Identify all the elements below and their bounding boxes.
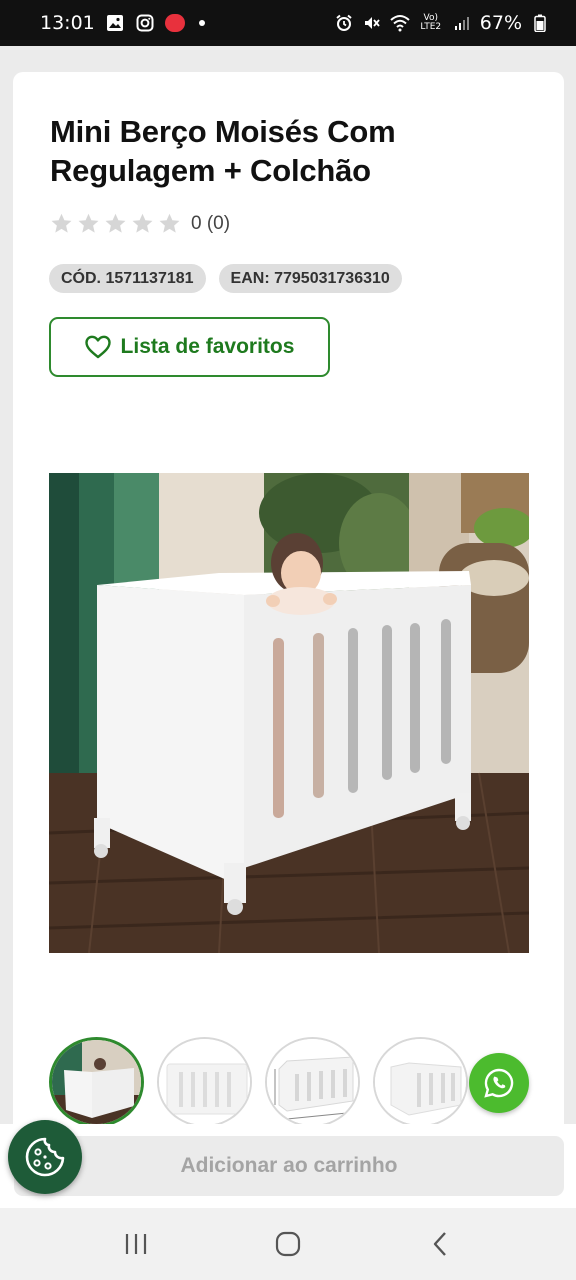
product-code-tag: CÓD. 1571137181: [49, 264, 206, 293]
alarm-icon: [334, 13, 354, 33]
thumbnail-4[interactable]: [373, 1037, 468, 1127]
product-main-image[interactable]: [49, 473, 529, 953]
battery-level: 67%: [479, 12, 522, 34]
recent-apps-icon: [125, 1234, 147, 1254]
add-to-cart-button[interactable]: Adicionar ao carrinho: [14, 1136, 564, 1196]
rating[interactable]: 0 (0): [50, 212, 230, 235]
signal-icon: [452, 13, 472, 33]
thumbnail-3[interactable]: [265, 1037, 360, 1127]
thumbnail-strip: [49, 1037, 468, 1127]
cookie-icon: [25, 1137, 65, 1177]
star-icon: [105, 213, 126, 233]
ean-tag: EAN: 7795031736310: [218, 264, 402, 293]
back-icon: [433, 1232, 446, 1256]
whatsapp-icon: [484, 1068, 514, 1098]
app-notification-icon: [164, 14, 185, 32]
add-to-cart-label: Adicionar ao carrinho: [180, 1154, 398, 1177]
status-bar-left: 13:01: [40, 12, 205, 34]
star-icon: [132, 213, 153, 233]
status-bar: 13:01 Vo) LTE2 67%: [0, 0, 576, 46]
more-notifications-icon: [198, 20, 205, 26]
thumbnail-2[interactable]: [157, 1037, 252, 1127]
product-tags: CÓD. 1571137181 EAN: 7795031736310: [49, 264, 402, 293]
favorites-label: Lista de favoritos: [120, 335, 295, 358]
star-icon: [78, 213, 99, 233]
system-nav-bar: [0, 1208, 576, 1280]
favorites-button[interactable]: Lista de favoritos: [49, 317, 330, 377]
gallery-icon: [105, 13, 125, 33]
home-button[interactable]: [268, 1224, 308, 1264]
status-time: 13:01: [40, 12, 95, 34]
instagram-icon: [135, 13, 155, 33]
product-title: Mini Berço Moisés Com Regulagem + Colchã…: [50, 114, 396, 188]
back-button[interactable]: [420, 1224, 460, 1264]
cookie-settings-button[interactable]: [8, 1120, 82, 1194]
mute-icon: [362, 13, 382, 33]
thumbnail-1[interactable]: [49, 1037, 144, 1127]
status-bar-right: Vo) LTE2 67%: [334, 12, 550, 34]
home-icon: [275, 1231, 301, 1257]
star-icon: [51, 213, 72, 233]
product-card: Mini Berço Moisés Com Regulagem + Colchã…: [13, 72, 564, 1172]
add-to-cart-bar: Adicionar ao carrinho: [0, 1124, 576, 1208]
star-icon: [159, 213, 180, 233]
battery-icon: [530, 13, 550, 33]
wifi-icon: [390, 13, 410, 33]
rating-count: 0 (0): [191, 212, 231, 234]
heart-outline-icon: [84, 335, 111, 359]
whatsapp-button[interactable]: [469, 1053, 529, 1113]
network-label: Vo) LTE2: [420, 13, 442, 32]
recent-apps-button[interactable]: [116, 1224, 156, 1264]
